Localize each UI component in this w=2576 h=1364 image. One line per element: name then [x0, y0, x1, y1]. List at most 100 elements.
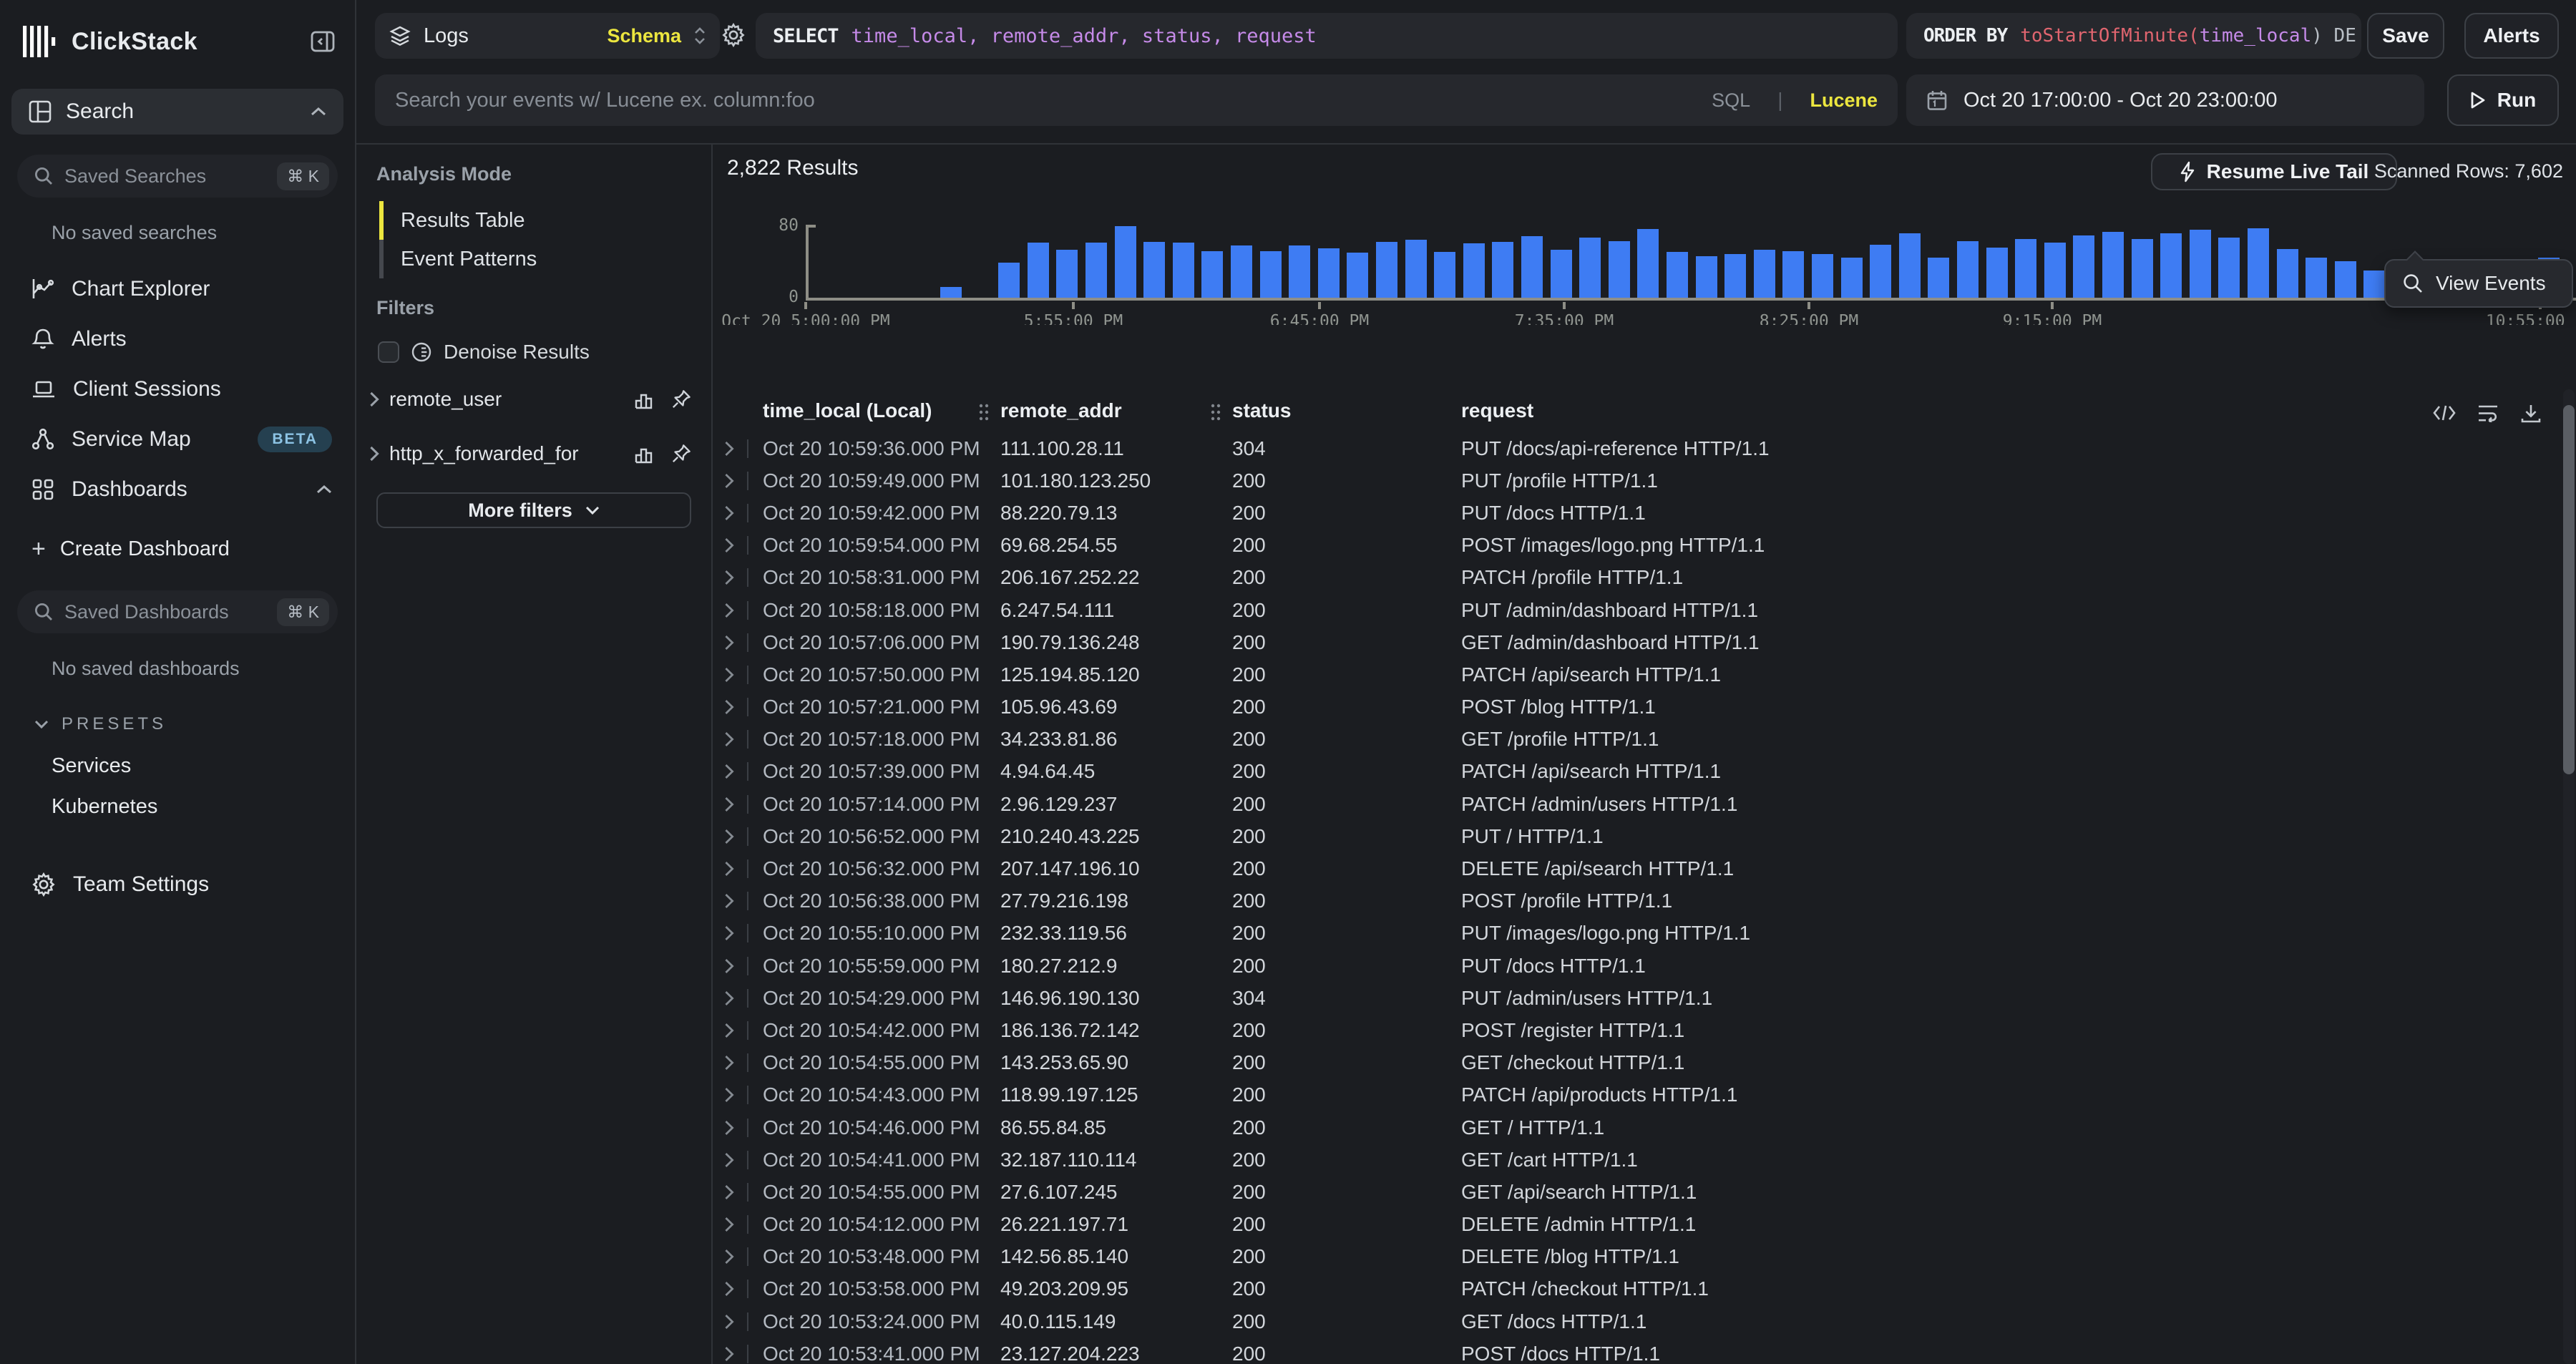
drag-handle-icon[interactable] — [979, 404, 989, 421]
column-header-status[interactable]: status — [1232, 399, 1461, 422]
scrollbar-thumb[interactable] — [2563, 405, 2575, 774]
expand-row-chevron-icon[interactable] — [724, 764, 741, 779]
histogram-bar[interactable] — [1579, 238, 1601, 298]
expand-row-chevron-icon[interactable] — [724, 1152, 741, 1168]
histogram-bar[interactable] — [2073, 235, 2094, 298]
mode-event-patterns[interactable]: Event Patterns — [379, 240, 711, 278]
expand-row-chevron-icon[interactable] — [724, 1184, 741, 1200]
field-chart-icon[interactable] — [634, 444, 654, 464]
preset-item-services[interactable]: Services — [0, 746, 355, 786]
histogram-bar[interactable] — [1260, 251, 1282, 298]
table-row[interactable]: Oct 20 10:53:58.000 PM 49.203.209.95 200… — [713, 1273, 2559, 1305]
histogram-bar[interactable] — [1870, 245, 1891, 298]
histogram-bar[interactable] — [2044, 243, 2066, 298]
table-row[interactable]: Oct 20 10:54:43.000 PM 118.99.197.125 20… — [713, 1079, 2559, 1111]
histogram-bar[interactable] — [1754, 250, 1775, 298]
expand-row-chevron-icon[interactable] — [724, 603, 741, 618]
filter-field-http-x-forwarded-for[interactable]: http_x_forwarded_for — [369, 435, 703, 472]
histogram-bar[interactable] — [1637, 229, 1659, 298]
mode-results-table[interactable]: Results Table — [379, 201, 711, 240]
table-row[interactable]: Oct 20 10:59:42.000 PM 88.220.79.13 200 … — [713, 497, 2559, 529]
expand-row-chevron-icon[interactable] — [724, 699, 741, 715]
histogram-bar[interactable] — [2132, 239, 2153, 298]
expand-row-chevron-icon[interactable] — [724, 925, 741, 941]
table-row[interactable]: Oct 20 10:54:12.000 PM 26.221.197.71 200… — [713, 1209, 2559, 1241]
histogram-bar[interactable] — [1841, 258, 1863, 298]
table-row[interactable]: Oct 20 10:54:29.000 PM 146.96.190.130 30… — [713, 982, 2559, 1014]
date-range-picker[interactable]: Oct 20 17:00:00 - Oct 20 23:00:00 — [1906, 74, 2424, 126]
saved-dashboards-field[interactable] — [64, 601, 265, 623]
histogram-bar[interactable] — [1609, 241, 1630, 298]
histogram-bar[interactable] — [1957, 241, 1979, 298]
preset-item-kubernetes[interactable]: Kubernetes — [0, 786, 355, 827]
expand-row-chevron-icon[interactable] — [724, 893, 741, 909]
expand-row-chevron-icon[interactable] — [724, 1055, 741, 1071]
table-row[interactable]: Oct 20 10:57:21.000 PM 105.96.43.69 200 … — [713, 691, 2559, 724]
table-row[interactable]: Oct 20 10:59:36.000 PM 111.100.28.11 304… — [713, 432, 2559, 464]
histogram-bar[interactable] — [1347, 253, 1368, 298]
table-row[interactable]: Oct 20 10:57:50.000 PM 125.194.85.120 20… — [713, 658, 2559, 691]
histogram-bar[interactable] — [1551, 250, 1572, 298]
table-row[interactable]: Oct 20 10:58:31.000 PM 206.167.252.22 20… — [713, 562, 2559, 594]
source-selector[interactable]: Logs Schema — [375, 13, 720, 59]
expand-row-chevron-icon[interactable] — [724, 473, 741, 489]
resume-live-tail-button[interactable]: Resume Live Tail — [2151, 153, 2397, 190]
table-row[interactable]: Oct 20 10:59:54.000 PM 69.68.254.55 200 … — [713, 530, 2559, 562]
table-row[interactable]: Oct 20 10:54:55.000 PM 27.6.107.245 200 … — [713, 1176, 2559, 1208]
table-row[interactable]: Oct 20 10:54:46.000 PM 86.55.84.85 200 G… — [713, 1111, 2559, 1144]
table-row[interactable]: Oct 20 10:53:41.000 PM 23.127.204.223 20… — [713, 1338, 2559, 1364]
histogram-bar[interactable] — [1405, 240, 1427, 298]
event-search-field[interactable] — [395, 89, 1697, 112]
denoise-checkbox[interactable] — [378, 341, 399, 363]
table-row[interactable]: Oct 20 10:59:49.000 PM 101.180.123.250 2… — [713, 464, 2559, 497]
table-row[interactable]: Oct 20 10:57:06.000 PM 190.79.136.248 20… — [713, 626, 2559, 658]
histogram-bar[interactable] — [2102, 232, 2124, 298]
table-row[interactable]: Oct 20 10:57:14.000 PM 2.96.129.237 200 … — [713, 788, 2559, 820]
histogram-bar[interactable] — [1231, 245, 1252, 298]
histogram-bar[interactable] — [1143, 242, 1165, 298]
histogram-bar[interactable] — [1434, 252, 1455, 298]
histogram-bar[interactable] — [1056, 250, 1078, 298]
expand-row-chevron-icon[interactable] — [724, 1023, 741, 1038]
histogram-bar[interactable] — [1201, 251, 1223, 298]
expand-row-chevron-icon[interactable] — [724, 797, 741, 812]
sidebar-item-search[interactable]: Search — [11, 89, 343, 135]
histogram-bar[interactable] — [1667, 252, 1688, 298]
histogram-bar[interactable] — [1318, 248, 1340, 298]
expand-row-chevron-icon[interactable] — [724, 441, 741, 457]
column-header-time-local[interactable]: time_local (Local) — [763, 399, 1000, 422]
expand-row-chevron-icon[interactable] — [724, 1249, 741, 1265]
histogram-bar[interactable] — [2335, 261, 2356, 298]
sidebar-collapse-icon[interactable] — [311, 31, 335, 52]
source-settings-gear-icon[interactable] — [721, 23, 746, 47]
sidebar-item-dashboards[interactable]: Dashboards — [0, 464, 355, 515]
histogram-bar[interactable] — [2218, 238, 2240, 298]
expand-row-chevron-icon[interactable] — [724, 537, 741, 553]
saved-dashboards-input[interactable]: ⌘ K — [17, 590, 338, 633]
presets-header[interactable]: PRESETS — [34, 714, 355, 734]
expand-row-chevron-icon[interactable] — [724, 1120, 741, 1136]
histogram-bar[interactable] — [1812, 254, 1833, 298]
expand-row-chevron-icon[interactable] — [724, 958, 741, 974]
table-row[interactable]: Oct 20 10:54:55.000 PM 143.253.65.90 200… — [713, 1047, 2559, 1079]
histogram-bar[interactable] — [2248, 228, 2269, 298]
expand-row-chevron-icon[interactable] — [724, 505, 741, 521]
expand-row-chevron-icon[interactable] — [724, 635, 741, 651]
table-row[interactable]: Oct 20 10:55:59.000 PM 180.27.212.9 200 … — [713, 950, 2559, 982]
table-row[interactable]: Oct 20 10:56:52.000 PM 210.240.43.225 20… — [713, 820, 2559, 852]
histogram-bar[interactable] — [1173, 243, 1194, 298]
sidebar-item-client-sessions[interactable]: Client Sessions — [0, 364, 355, 414]
save-button[interactable]: Save — [2367, 13, 2444, 59]
table-row[interactable]: Oct 20 10:57:18.000 PM 34.233.81.86 200 … — [713, 724, 2559, 756]
orderby-input[interactable]: ORDER BY toStartOfMinute(time_local) DE — [1906, 13, 2361, 59]
table-row[interactable]: Oct 20 10:56:32.000 PM 207.147.196.10 20… — [713, 852, 2559, 885]
run-button[interactable]: Run — [2447, 74, 2559, 126]
histogram-bar[interactable] — [1521, 236, 1543, 298]
expand-row-chevron-icon[interactable] — [724, 667, 741, 683]
expand-row-chevron-icon[interactable] — [724, 1281, 741, 1297]
histogram-bar[interactable] — [1492, 242, 1513, 298]
field-chart-icon[interactable] — [634, 389, 654, 409]
table-row[interactable]: Oct 20 10:56:38.000 PM 27.79.216.198 200… — [713, 885, 2559, 917]
sidebar-item-alerts[interactable]: Alerts — [0, 314, 355, 364]
field-pin-icon[interactable] — [671, 444, 691, 464]
